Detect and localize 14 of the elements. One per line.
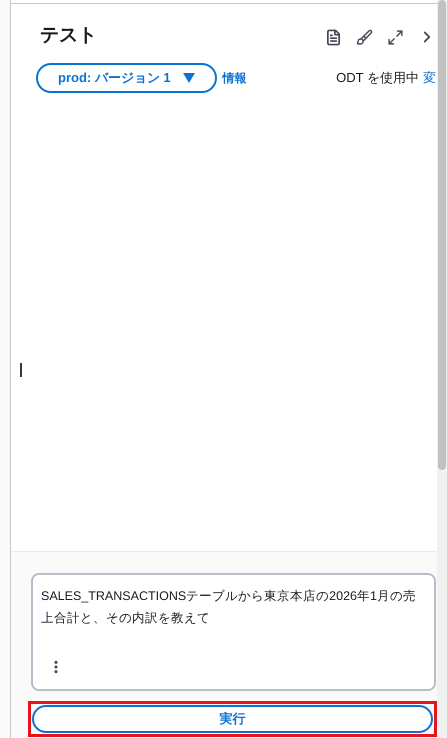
run-button[interactable]: 実行: [32, 705, 433, 733]
caret-icon: [182, 72, 195, 82]
prompt-field[interactable]: SALES_TRANSACTIONSテーブルから東京本店の2026年1月の売上合計と、その内訳を教えて: [31, 573, 436, 691]
change-link[interactable]: 変: [423, 68, 436, 88]
text-cursor: [20, 362, 22, 376]
version-dropdown[interactable]: prod: バージョン 1: [36, 62, 217, 92]
status-text: ODT を使用中: [336, 68, 419, 87]
scrollbar-thumb[interactable]: [438, 0, 446, 470]
panel-title: テスト: [40, 24, 97, 48]
info-link[interactable]: 情報: [222, 68, 247, 86]
document-icon[interactable]: [325, 28, 342, 46]
prompt-text[interactable]: SALES_TRANSACTIONSテーブルから東京本店の2026年1月の売上合計と、その内訳を教えて: [33, 575, 434, 629]
brush-icon[interactable]: [356, 28, 373, 46]
expand-icon[interactable]: [387, 28, 404, 46]
